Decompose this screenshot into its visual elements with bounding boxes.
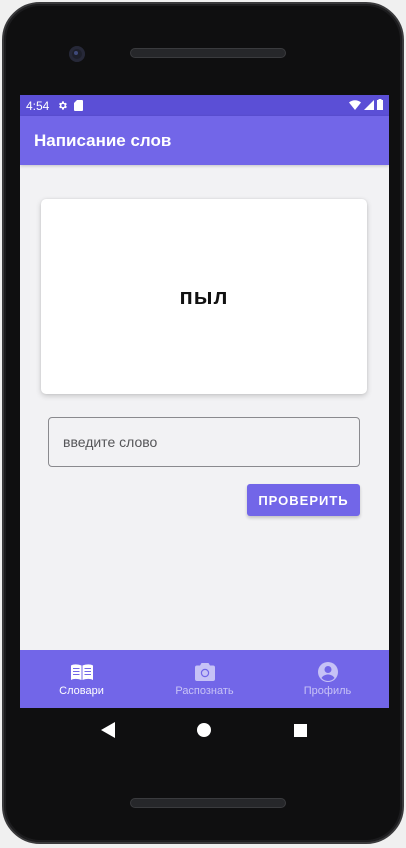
camera-icon bbox=[194, 662, 215, 682]
nav-item-profile[interactable]: Профиль bbox=[266, 650, 389, 708]
nav-label-recognize: Распознать bbox=[175, 684, 234, 697]
nav-item-recognize[interactable]: Распознать bbox=[143, 650, 266, 708]
page-title: Написание слов bbox=[34, 130, 172, 150]
check-button[interactable]: ПРОВЕРИТЬ bbox=[247, 484, 360, 516]
nav-item-dictionaries[interactable]: Словари bbox=[20, 650, 143, 708]
wifi-icon bbox=[349, 99, 361, 113]
word-card: пыл bbox=[41, 199, 367, 394]
sd-card-icon bbox=[74, 100, 84, 111]
status-bar: 4:54 bbox=[20, 95, 389, 116]
signal-icon bbox=[364, 99, 374, 113]
gear-icon bbox=[57, 100, 68, 111]
status-time: 4:54 bbox=[26, 98, 50, 113]
nav-label-profile: Профиль bbox=[303, 684, 352, 697]
word-input[interactable] bbox=[49, 418, 359, 466]
app-bar: Написание слов bbox=[20, 116, 389, 165]
word-text: пыл bbox=[179, 283, 229, 309]
book-icon bbox=[70, 662, 93, 682]
account-icon bbox=[317, 661, 338, 682]
system-navigation-bar bbox=[20, 708, 389, 752]
top-speaker bbox=[130, 48, 286, 58]
nav-label-dictionaries: Словари bbox=[59, 684, 104, 697]
app-screen: 4:54 Написание слов пыл ПРОВЕРИТЬ bbox=[20, 95, 389, 708]
recents-icon[interactable] bbox=[286, 715, 316, 745]
home-icon[interactable] bbox=[189, 715, 219, 745]
battery-icon bbox=[377, 98, 383, 113]
back-icon[interactable] bbox=[93, 715, 123, 745]
bottom-navigation: Словари Распознать Профиль bbox=[20, 650, 389, 708]
word-input-field[interactable] bbox=[48, 417, 360, 467]
front-camera bbox=[69, 46, 85, 62]
bottom-speaker bbox=[130, 798, 286, 808]
